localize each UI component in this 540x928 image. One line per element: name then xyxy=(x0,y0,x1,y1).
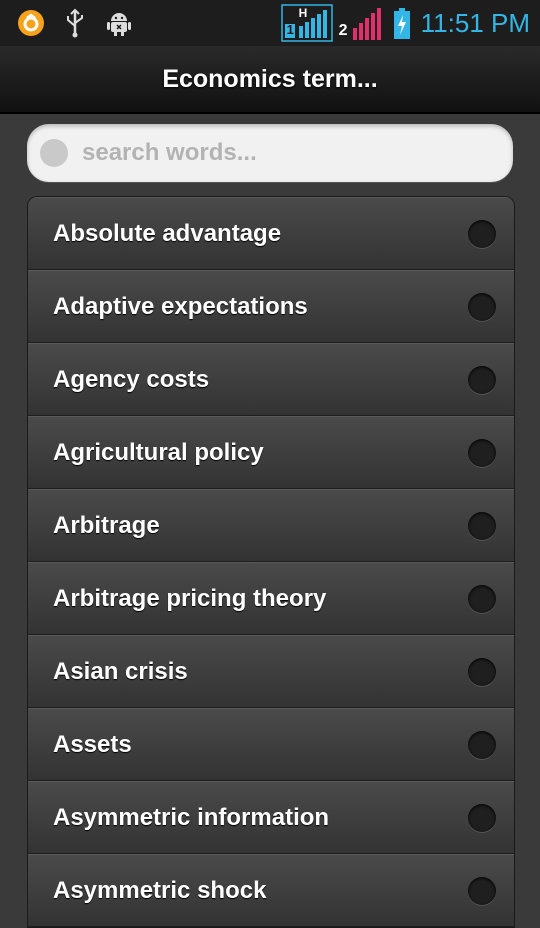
sim2-label: 2 xyxy=(338,22,348,39)
title-bar: Economics term... xyxy=(0,46,540,114)
usb-icon xyxy=(60,8,90,38)
radio-indicator-icon[interactable] xyxy=(468,730,496,759)
signal-sim2-icon: 2 xyxy=(339,4,387,42)
list-item[interactable]: Asian crisis xyxy=(28,635,514,708)
list-item-label: Adaptive expectations xyxy=(53,292,308,320)
list-item[interactable]: Agricultural policy xyxy=(28,416,514,489)
radio-indicator-icon[interactable] xyxy=(468,511,496,540)
list-item-label: Asymmetric shock xyxy=(53,876,267,904)
radio-indicator-icon[interactable] xyxy=(468,292,496,321)
list-item[interactable]: Adaptive expectations xyxy=(28,270,514,343)
android-debug-icon xyxy=(104,8,134,38)
list-item[interactable]: Absolute advantage xyxy=(28,197,514,270)
list-item-label: Arbitrage xyxy=(53,511,160,539)
list-item-label: Agency costs xyxy=(53,365,210,393)
list-item[interactable]: Arbitrage pricing theory xyxy=(28,562,514,635)
list-item-label: Agricultural policy xyxy=(53,438,264,466)
list-item-label: Absolute advantage xyxy=(53,219,282,247)
radio-indicator-icon[interactable] xyxy=(468,219,496,248)
page-title: Economics term... xyxy=(162,64,378,93)
list-item[interactable]: Agency costs xyxy=(28,343,514,416)
list-item-label: Assets xyxy=(53,730,132,758)
list-item[interactable]: Asymmetric shock xyxy=(28,854,514,927)
radio-indicator-icon[interactable] xyxy=(468,657,496,686)
list-item-label: Asymmetric information xyxy=(53,803,330,831)
notification-ring-icon xyxy=(16,8,46,38)
radio-indicator-icon[interactable] xyxy=(468,365,496,394)
list-item-label: Asian crisis xyxy=(53,657,188,685)
network-type-label: H xyxy=(298,6,308,20)
radio-indicator-icon[interactable] xyxy=(468,584,496,613)
list-item[interactable]: Assets xyxy=(28,708,514,781)
list-item-label: Arbitrage pricing theory xyxy=(53,584,327,612)
terms-list: Absolute advantage Adaptive expectations… xyxy=(27,196,515,928)
sim1-label: 1 xyxy=(286,22,294,37)
search-input[interactable] xyxy=(80,138,484,168)
clock-time: 11:51 PM xyxy=(420,7,530,38)
list-item[interactable]: Arbitrage xyxy=(28,489,514,562)
battery-charging-icon xyxy=(393,8,410,39)
signal-sim1-icon: 1 H xyxy=(280,4,333,42)
status-bar: 1 H 2 11:51 PM xyxy=(0,0,540,46)
radio-indicator-icon[interactable] xyxy=(468,803,496,832)
list-item[interactable]: Asymmetric information xyxy=(28,781,514,854)
search-box[interactable] xyxy=(27,124,513,182)
radio-indicator-icon[interactable] xyxy=(468,876,496,905)
search-icon xyxy=(40,139,68,167)
radio-indicator-icon[interactable] xyxy=(468,438,496,467)
